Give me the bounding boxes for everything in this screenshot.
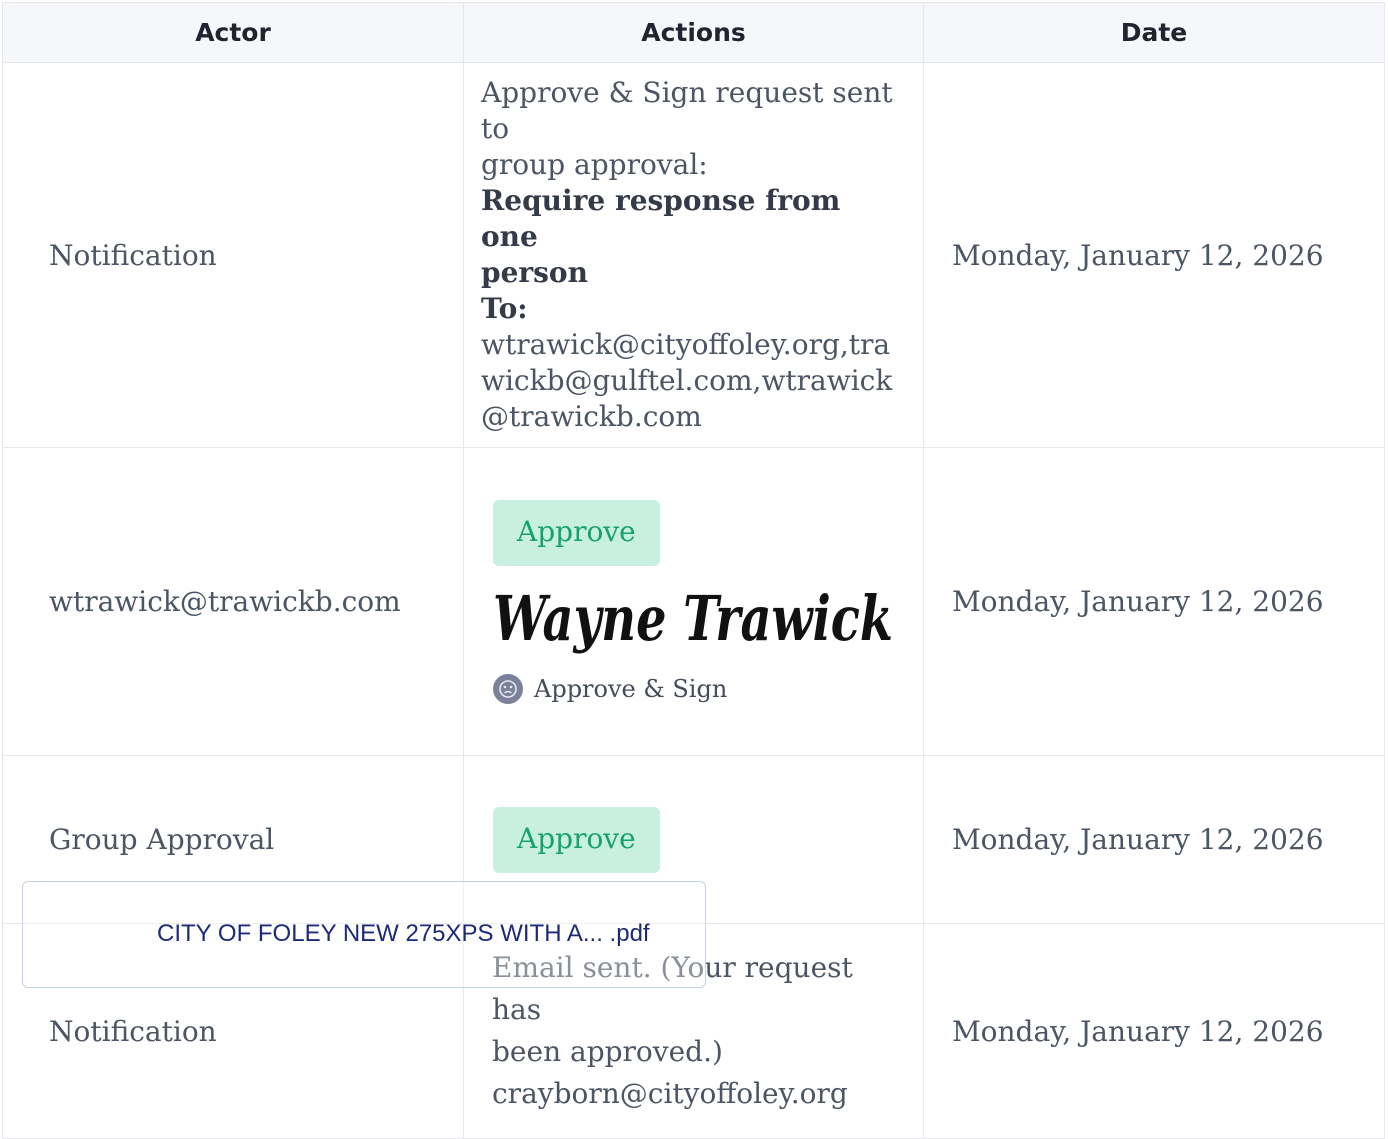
approve-badge: Approve [493, 499, 660, 566]
recipient-email: crayborn@cityoffoley.org [492, 1077, 848, 1110]
to-label: To: [481, 292, 528, 325]
date-column-header: Date [923, 2, 1385, 63]
action-text: Approve & Sign request sent to [481, 76, 893, 145]
date-cell: Monday, January 12, 2026 [923, 755, 1385, 924]
actions-cell: Approve & Sign request sent to group app… [463, 62, 924, 448]
table-header-row: Actor Actions Date [2, 2, 1385, 63]
action-text: been approved.) [492, 1035, 723, 1068]
attachment-filename[interactable]: CITY OF FOLEY NEW 275XPS WITH A... .pdf [157, 920, 650, 948]
date-cell: Monday, January 12, 2026 [923, 62, 1385, 448]
approval-rule-text: person [481, 256, 588, 289]
date-cell: Monday, January 12, 2026 [923, 923, 1385, 1139]
signature-image: Wayne Trawick [493, 582, 893, 655]
approval-method-label: Approve & Sign [534, 674, 728, 703]
user-avatar-icon [493, 673, 523, 704]
action-text: group approval: [481, 148, 708, 181]
table-row: wtrawick@trawickb.com Approve Wayne Traw… [2, 447, 1385, 756]
signature-text: Wayne Trawick [493, 582, 893, 655]
actions-cell: Approve Wayne Trawick Approve & Sign [463, 447, 924, 756]
date-cell: Monday, January 12, 2026 [923, 447, 1385, 756]
approve-badge: Approve [493, 806, 660, 873]
actor-cell: Notification [2, 62, 464, 448]
actor-cell: wtrawick@trawickb.com [2, 447, 464, 756]
approval-method: Approve & Sign [493, 673, 906, 704]
attachment-card[interactable]: CITY OF FOLEY NEW 275XPS WITH A... .pdf [22, 881, 706, 988]
approval-rule-text: Require response from one [481, 184, 841, 253]
recipients-text: wtrawick@cityoffoley.org,trawickb@gulfte… [481, 328, 893, 433]
actions-column-header: Actions [463, 2, 924, 63]
actor-column-header: Actor [2, 2, 464, 63]
table-row: Notification Approve & Sign request sent… [2, 62, 1385, 448]
